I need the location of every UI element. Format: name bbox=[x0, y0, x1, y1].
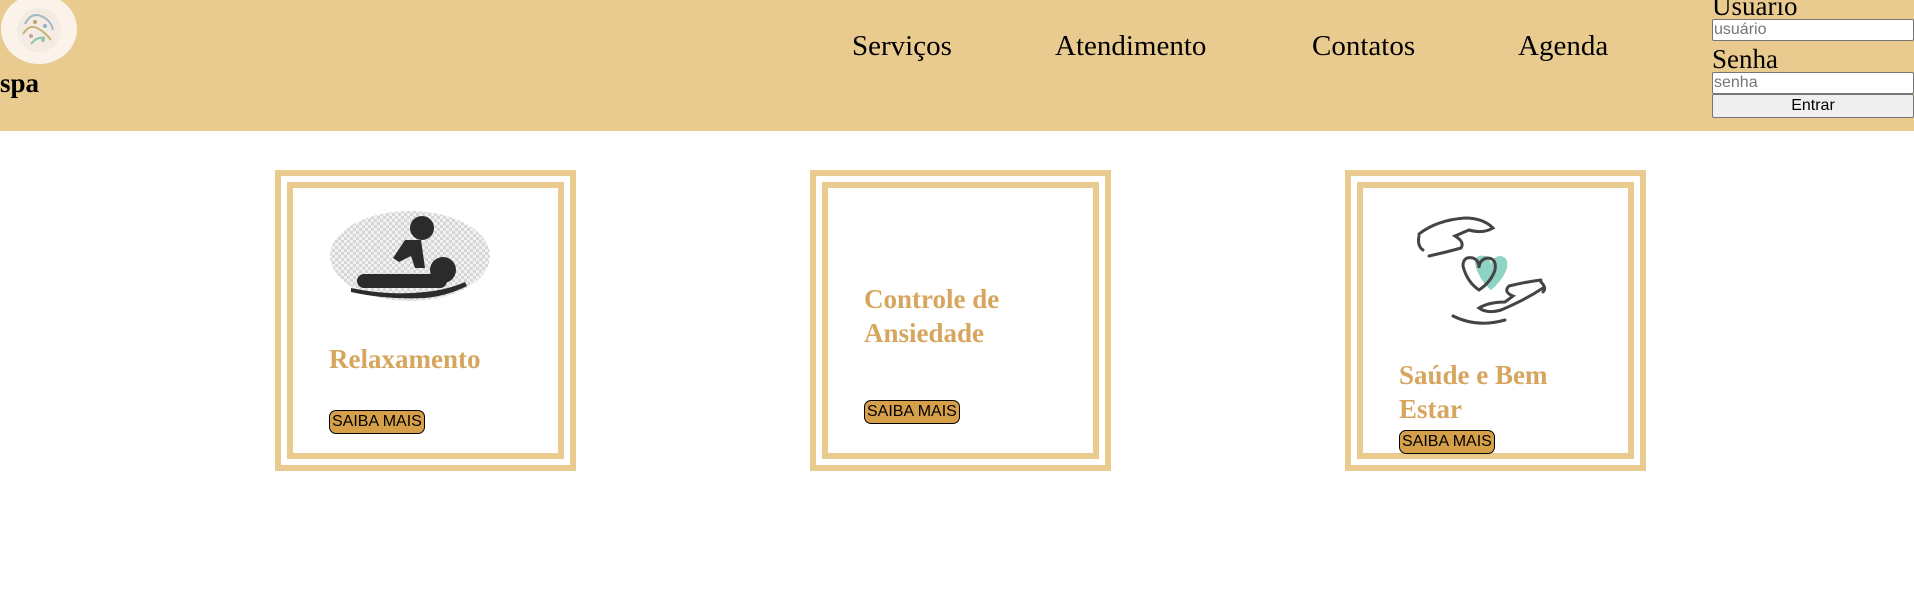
service-card-controle-ansiedade: Controle de Ansiedade SAIBA MAIS bbox=[810, 170, 1111, 471]
massage-icon bbox=[329, 210, 491, 307]
card-title: Relaxamento bbox=[329, 344, 481, 374]
username-input[interactable] bbox=[1712, 19, 1914, 41]
saiba-mais-button[interactable]: SAIBA MAIS bbox=[329, 410, 425, 434]
service-card-relaxamento: Relaxamento SAIBA MAIS bbox=[275, 170, 576, 471]
login-submit-button[interactable]: Entrar bbox=[1712, 94, 1914, 118]
username-label: Usuário bbox=[1712, 0, 1798, 21]
heart-hands-icon bbox=[1417, 216, 1547, 341]
password-input[interactable] bbox=[1712, 72, 1914, 94]
brand-name: spa bbox=[0, 68, 40, 98]
card-title: Controle de Ansiedade bbox=[864, 284, 1000, 348]
saiba-mais-button[interactable]: SAIBA MAIS bbox=[864, 400, 960, 424]
nav-atendimento[interactable]: Atendimento bbox=[1055, 30, 1206, 63]
logo[interactable] bbox=[1, 0, 77, 64]
site-header: spa Serviços Atendimento Contatos Agenda… bbox=[0, 0, 1914, 131]
login-form: Usuário Senha Entrar bbox=[1712, 0, 1914, 118]
password-label: Senha bbox=[1712, 44, 1778, 74]
card-title: Saúde e Bem Estar bbox=[1399, 360, 1548, 424]
service-card-saude-bem-estar: Saúde e Bem Estar SAIBA MAIS bbox=[1345, 170, 1646, 471]
saiba-mais-button[interactable]: SAIBA MAIS bbox=[1399, 430, 1495, 454]
nav-servicos[interactable]: Serviços bbox=[852, 30, 952, 63]
nav-contatos[interactable]: Contatos bbox=[1312, 30, 1415, 63]
nav-agenda[interactable]: Agenda bbox=[1518, 30, 1608, 63]
